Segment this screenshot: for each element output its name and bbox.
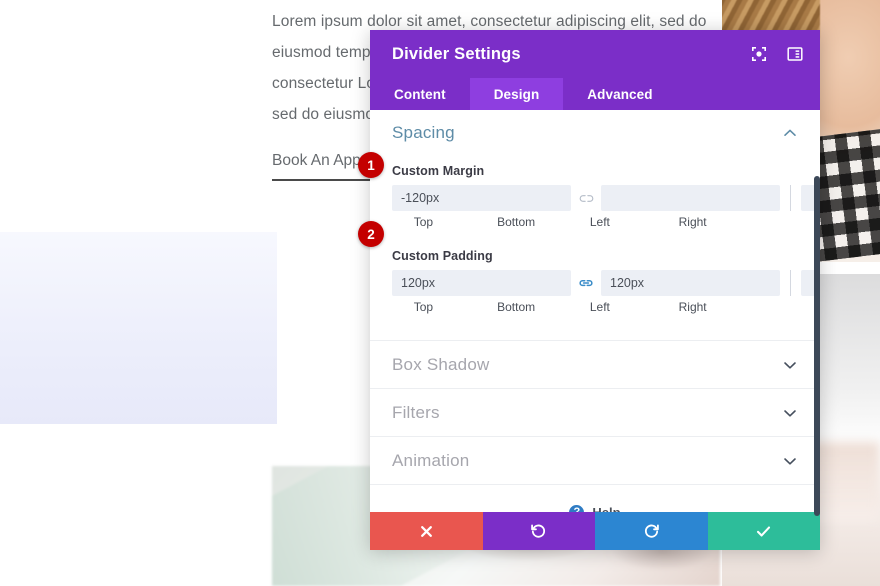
padding-field-labels: Top Bottom Left Right <box>392 300 798 314</box>
tab-design[interactable]: Design <box>469 78 564 110</box>
chevron-down-icon[interactable] <box>782 453 798 469</box>
save-button[interactable] <box>707 512 820 550</box>
help-icon: ? <box>569 504 585 512</box>
custom-padding-label: Custom Padding <box>392 249 493 263</box>
section-title-filters: Filters <box>392 402 440 422</box>
redo-icon <box>643 523 660 540</box>
undo-icon <box>530 523 547 540</box>
margin-top-input[interactable] <box>392 185 571 211</box>
section-header-filters[interactable]: Filters <box>370 389 820 436</box>
padding-link-icon-active[interactable] <box>571 277 601 289</box>
padding-top-label: Top <box>413 300 434 314</box>
cancel-button[interactable] <box>370 512 483 550</box>
chevron-down-icon[interactable] <box>782 357 798 373</box>
chevron-up-icon[interactable] <box>782 125 798 141</box>
margin-right-label: Right <box>678 215 707 229</box>
custom-margin-group: Custom Margin -120px Top Bottom Left Rig… <box>370 164 820 229</box>
custom-margin-row <box>392 185 820 211</box>
padding-right-label: Right <box>678 300 707 314</box>
custom-padding-group: Custom Padding 120px 120px Top Bottom Le… <box>370 249 820 314</box>
margin-group-divider <box>790 185 791 211</box>
margin-top-label: Top <box>413 215 434 229</box>
divider-settings-modal: Divider Settings Content Design Advanced… <box>370 30 820 550</box>
help-button[interactable]: ? Help <box>370 485 820 512</box>
section-header-box-shadow[interactable]: Box Shadow <box>370 341 820 388</box>
modal-action-bar <box>370 512 820 550</box>
padding-top-input[interactable] <box>392 270 571 296</box>
margin-field-labels: Top Bottom Left Right <box>392 215 798 229</box>
modal-header-actions <box>748 43 806 65</box>
redo-button[interactable] <box>595 512 708 550</box>
decorative-gradient-panel <box>0 232 277 424</box>
modal-body: Spacing Custom Margin -120px Top Bottom … <box>370 110 820 512</box>
modal-tabs: Content Design Advanced <box>370 78 820 110</box>
close-icon <box>419 524 434 539</box>
callout-badge-1: 1 <box>358 152 384 178</box>
margin-top-bottom-pair <box>392 185 780 211</box>
tab-content[interactable]: Content <box>370 78 470 110</box>
undo-button[interactable] <box>482 512 595 550</box>
modal-title: Divider Settings <box>392 44 521 63</box>
modal-scrollbar[interactable] <box>814 176 820 516</box>
margin-bottom-label: Bottom <box>497 215 536 229</box>
margin-bottom-input[interactable] <box>601 185 780 211</box>
section-title-box-shadow: Box Shadow <box>392 354 490 374</box>
section-title-animation: Animation <box>392 450 470 470</box>
chevron-down-icon[interactable] <box>782 405 798 421</box>
padding-top-bottom-pair <box>392 270 780 296</box>
margin-link-icon[interactable] <box>571 193 601 204</box>
custom-margin-label: Custom Margin <box>392 164 485 178</box>
focus-icon[interactable] <box>748 43 770 65</box>
section-header-spacing[interactable]: Spacing <box>370 110 820 156</box>
padding-bottom-label: Bottom <box>497 300 536 314</box>
tab-advanced[interactable]: Advanced <box>563 78 676 110</box>
modal-header: Divider Settings <box>370 30 820 78</box>
padding-bottom-input[interactable] <box>601 270 780 296</box>
callout-badge-2: 2 <box>358 221 384 247</box>
book-appointment-underline <box>272 179 376 181</box>
padding-left-label: Left <box>589 300 610 314</box>
spacing-section-body: Custom Margin -120px Top Bottom Left Rig… <box>370 156 820 314</box>
help-label: Help <box>592 504 621 513</box>
padding-group-divider <box>790 270 791 296</box>
custom-padding-row <box>392 270 820 296</box>
section-title-spacing: Spacing <box>392 123 455 142</box>
check-icon <box>755 523 772 540</box>
margin-left-label: Left <box>589 215 610 229</box>
screen: Lorem ipsum dolor sit amet, consectetur … <box>0 0 880 586</box>
layout-panel-icon[interactable] <box>784 43 806 65</box>
section-header-animation[interactable]: Animation <box>370 437 820 484</box>
